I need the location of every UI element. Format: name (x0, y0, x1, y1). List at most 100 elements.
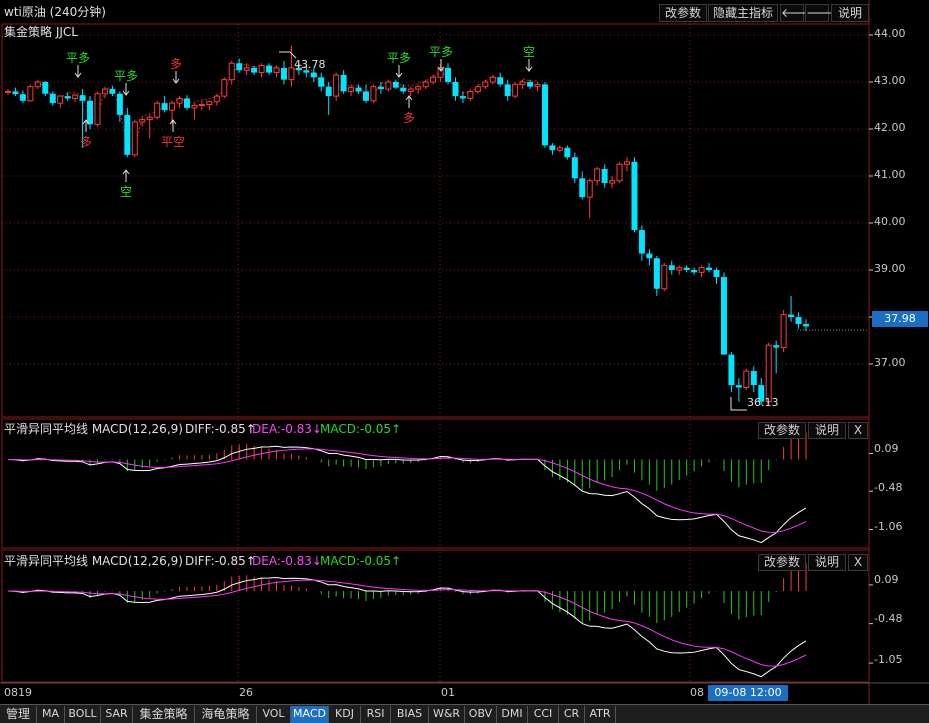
tab-rsi[interactable]: RSI (361, 706, 391, 723)
candle-body (467, 90, 474, 99)
candle-body (422, 81, 429, 88)
tab-bias[interactable]: BIAS (391, 706, 429, 723)
macd-title: 平滑异同平均线 MACD(12,26,9) (4, 554, 183, 568)
macd-diff-value: DIFF:-0.85↑ (185, 422, 256, 436)
macd-y-tick-label: -1.06 (874, 520, 903, 533)
candle-body (534, 83, 541, 88)
candle-body (624, 161, 631, 165)
macd-help-button[interactable]: 说明 (808, 554, 846, 571)
macd-y-tick-label: -1.05 (874, 653, 903, 666)
candle-body (169, 102, 176, 111)
tab-vol[interactable]: VOL (257, 706, 291, 723)
candle-body (788, 314, 795, 317)
tab-cr[interactable]: CR (559, 706, 585, 723)
candle-body (154, 102, 161, 118)
tab-turtle[interactable]: 海龟策略 (195, 706, 257, 723)
tab-sar[interactable]: SAR (101, 706, 133, 723)
tab-cci[interactable]: CCI (528, 706, 559, 723)
x-cursor-label: 09-08 12:00 (708, 685, 788, 701)
y-tick-label: 41.00 (874, 168, 906, 181)
macd-dea-value: DEA:-0.83↓ (252, 422, 322, 436)
candle-body (616, 163, 623, 182)
candle-body (370, 86, 377, 102)
macd-y-tick-label: 0.09 (874, 573, 899, 586)
candle-body (780, 314, 787, 349)
candle-body (5, 90, 11, 93)
macd-close-icon[interactable]: X (848, 422, 868, 439)
candle-body (377, 86, 384, 90)
signal-label: 平多 (114, 69, 138, 83)
candle-body (713, 270, 720, 278)
candle-body (527, 82, 534, 87)
candle-body (519, 81, 526, 85)
candle-body (706, 267, 713, 270)
candle-body (139, 119, 146, 123)
candle-body (415, 86, 422, 90)
candle-body (541, 84, 548, 146)
tab-boll[interactable]: BOLL (65, 706, 101, 723)
candle-body (161, 103, 168, 111)
candle-body (549, 145, 556, 151)
next-arrow-icon[interactable]: 🡒 (805, 4, 838, 22)
change-params-button[interactable]: 改参数 (659, 4, 707, 22)
chart-canvas[interactable]: 平多多平多空多平空平多多平多空 (0, 0, 929, 723)
indicator-tab-bar: 管理 MA BOLL SAR 集金策略 海龟策略 VOL MACD KDJ RS… (0, 704, 929, 723)
signal-label: 平多 (66, 51, 90, 65)
candle-body (124, 114, 131, 155)
signal-label: 空 (523, 45, 535, 59)
candle-body (228, 62, 235, 81)
tab-wr[interactable]: W&R (429, 706, 465, 723)
hide-main-indicator-button[interactable]: 隐藏主指标 (708, 4, 778, 22)
tab-macd[interactable]: MACD (291, 706, 329, 723)
candle-body (236, 63, 243, 71)
candle-body (728, 354, 735, 386)
macd-dea-value: DEA:-0.83↓ (252, 554, 322, 568)
candle-body (512, 83, 519, 97)
macd-diff-value: DIFF:-0.85↑ (185, 554, 256, 568)
candle-body (12, 91, 19, 95)
macd-change-params-button[interactable]: 改参数 (758, 554, 806, 571)
candle-body (57, 95, 64, 104)
macd-close-icon[interactable]: X (848, 554, 868, 571)
macd-help-button[interactable]: 说明 (808, 422, 846, 439)
candle-body (348, 87, 355, 92)
tab-kdj[interactable]: KDJ (329, 706, 361, 723)
tab-jjcl[interactable]: 集金策略 (133, 706, 195, 723)
candle-body (676, 267, 683, 271)
candle-body (64, 96, 71, 99)
candle-body (765, 344, 772, 403)
y-tick-label: 39.00 (874, 262, 906, 275)
macd-change-params-button[interactable]: 改参数 (758, 422, 806, 439)
candle-body (407, 88, 414, 92)
candle-body (631, 161, 638, 231)
signal-label: 平空 (161, 135, 185, 149)
candle-body (213, 95, 220, 103)
candle-body (750, 371, 757, 386)
candle-body (392, 82, 399, 88)
candle-body (556, 147, 563, 151)
tab-atr[interactable]: ATR (585, 706, 616, 723)
candle-body (668, 265, 675, 270)
candle-body (280, 67, 287, 80)
candle-body (325, 86, 332, 97)
candle-body (19, 94, 26, 101)
tab-dmi[interactable]: DMI (497, 706, 528, 723)
signal-label: 平多 (387, 51, 411, 65)
macd-title: 平滑异同平均线 MACD(12,26,9) (4, 422, 183, 436)
candle-body (691, 270, 698, 273)
tab-obv[interactable]: OBV (465, 706, 497, 723)
tab-manage[interactable]: 管理 (0, 706, 37, 723)
strategy-line (37, 64, 538, 150)
tab-ma[interactable]: MA (37, 706, 65, 723)
help-button[interactable]: 说明 (831, 4, 869, 22)
candle-body (109, 89, 116, 94)
signal-label: 多 (403, 111, 415, 125)
candle-body (683, 267, 690, 270)
low-price-label: 36.13 (747, 396, 779, 409)
candle-body (87, 100, 94, 125)
x-tick-label: 08 (690, 686, 704, 699)
candle-body (266, 65, 273, 73)
prev-arrow-icon[interactable]: 🡐 (780, 4, 813, 22)
main-indicator-name: 集金策略 JJCL (4, 25, 78, 39)
candle-body (101, 88, 108, 95)
